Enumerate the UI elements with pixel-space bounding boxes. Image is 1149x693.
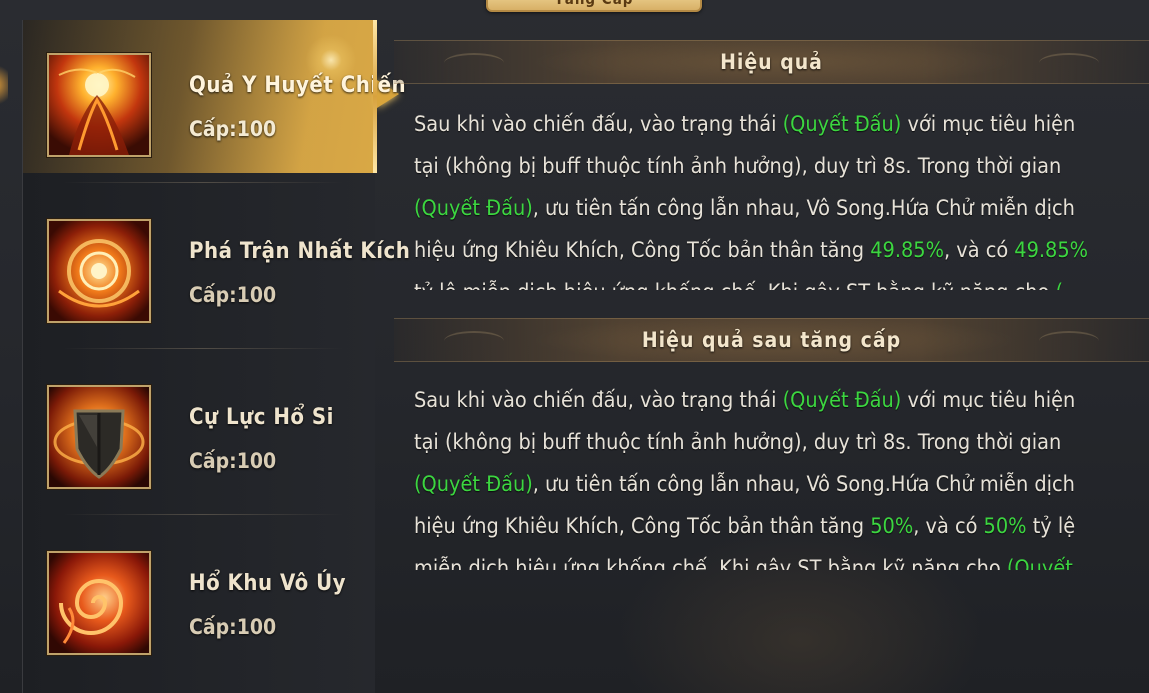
highlight-text: ( — [1055, 280, 1063, 290]
skill-item-pha-tran-nhat-kich[interactable]: Phá Trận Nhất Kích Cấp:100 — [23, 186, 411, 339]
body-text: Sau khi vào chiến đấu, vào trạng thái — [414, 388, 783, 413]
blood-fist-icon — [47, 53, 151, 157]
skill-info-panel: Hiệu quả Sau khi vào chiến đấu, vào trạn… — [384, 0, 1149, 693]
skill-item-ho-khu-vo-uy[interactable]: Hổ Khu Vô Úy Cấp:100 — [23, 518, 375, 671]
skill-name: Hổ Khu Vô Úy — [189, 571, 347, 596]
panel-edge-glow — [0, 60, 8, 110]
body-text: Sau khi vào chiến đấu, vào trạng thái — [414, 112, 783, 137]
skill-level: Cấp:100 — [189, 449, 277, 473]
highlight-text: 50% — [983, 514, 1027, 539]
highlight-text: (Quyết Đấu) — [414, 472, 533, 497]
skill-item-qua-y-huyet-chien[interactable]: Quả Y Huyết Chiến Cấp:100 — [23, 20, 407, 173]
upgrade-effect-header: Hiệu quả sau tăng cấp — [394, 318, 1149, 362]
skill-name: Phá Trận Nhất Kích — [189, 239, 411, 264]
highlight-text: (Quyết — [1006, 556, 1073, 570]
upgrade-effect-title: Hiệu quả sau tăng cấp — [641, 328, 902, 352]
body-text: , và có — [913, 514, 984, 539]
effect-header: Hiệu quả — [394, 40, 1149, 84]
skill-item-cu-luc-ho-si[interactable]: Cự Lực Hổ Si Cấp:100 — [23, 352, 375, 505]
upgrade-effect-description[interactable]: Sau khi vào chiến đấu, vào trạng thái (Q… — [414, 380, 1104, 570]
highlight-text: 49.85% — [1014, 238, 1089, 263]
effect-title: Hiệu quả — [720, 50, 823, 74]
divider — [63, 514, 343, 515]
skill-list: Quả Y Huyết Chiến Cấp:100 Phá Trận Nhất … — [22, 20, 411, 693]
skill-level: Cấp:100 — [189, 283, 277, 307]
divider — [63, 348, 343, 349]
skill-name: Quả Y Huyết Chiến — [189, 73, 407, 98]
shield-icon — [47, 385, 151, 489]
vortex-strike-icon — [47, 219, 151, 323]
skill-level: Cấp:100 — [189, 117, 277, 141]
highlight-text: (Quyết Đấu) — [782, 388, 902, 413]
effect-description[interactable]: Sau khi vào chiến đấu, vào trạng thái (Q… — [414, 104, 1104, 290]
body-text: , và có — [943, 238, 1015, 263]
divider — [63, 182, 343, 183]
highlight-text: 50% — [870, 514, 914, 539]
highlight-text: 49.85% — [870, 238, 944, 263]
body-text: tỷ lệ miễn dịch hiệu ứng khống chế. Khi … — [414, 280, 1055, 290]
flame-spiral-icon — [47, 551, 151, 655]
highlight-text: (Quyết Đấu) — [782, 112, 902, 137]
highlight-text: (Quyết Đấu) — [414, 196, 533, 221]
skill-level: Cấp:100 — [189, 615, 277, 639]
skill-name: Cự Lực Hổ Si — [189, 405, 334, 430]
